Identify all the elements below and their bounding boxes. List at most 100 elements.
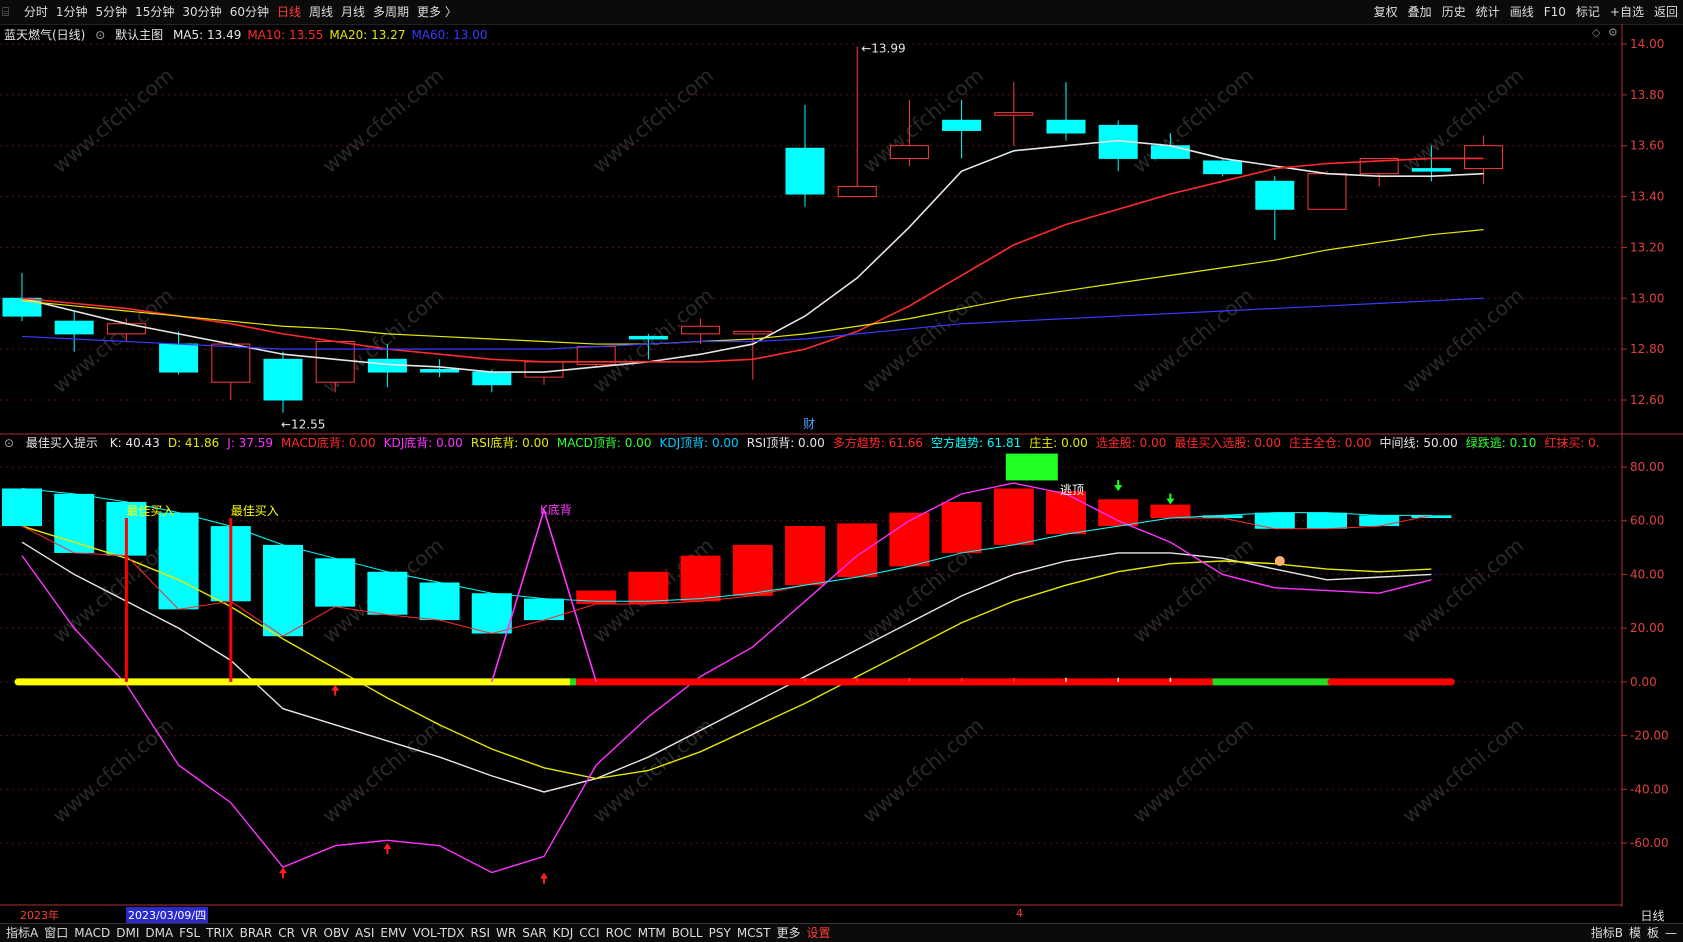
timeframe-4[interactable]: 30分钟 bbox=[178, 0, 225, 24]
bottom-tab-2[interactable]: MACD bbox=[71, 924, 113, 942]
watermark-20: www.cfchi.com bbox=[588, 713, 718, 828]
trend-bar-15 bbox=[785, 526, 825, 586]
cycle-label[interactable]: 日线 bbox=[1622, 907, 1683, 923]
down-arrow-1 bbox=[1166, 493, 1175, 505]
bottom-tab-13[interactable]: VOL-TDX bbox=[410, 924, 468, 942]
timeframe-5[interactable]: 60分钟 bbox=[226, 0, 273, 24]
bottom-right-0[interactable]: 指标B bbox=[1588, 924, 1626, 942]
bottom-tab-6[interactable]: TRIX bbox=[203, 924, 236, 942]
toolbar-button-1[interactable]: 叠加 bbox=[1403, 0, 1437, 24]
bottom-tab-11[interactable]: ASI bbox=[352, 924, 377, 942]
bottom-tab-25[interactable]: 设置 bbox=[804, 924, 834, 942]
top-toolbar: ⌸ 分时 1分钟 5分钟 15分钟 30分钟 60分钟 日线 周线 月线 多周期 更多 〉 复权 叠加… bbox=[0, 0, 1683, 25]
timeframe-9[interactable]: 多周期 bbox=[369, 0, 413, 24]
watermark-11: www.cfchi.com bbox=[1398, 283, 1528, 398]
watermark-9: www.cfchi.com bbox=[858, 283, 988, 398]
low-price-label: ←12.55 bbox=[281, 418, 325, 432]
trend-bar-18 bbox=[941, 501, 982, 553]
timeframe-3[interactable]: 15分钟 bbox=[131, 0, 178, 24]
bottom-tab-21[interactable]: BOLL bbox=[669, 924, 706, 942]
bottom-tab-15[interactable]: WR bbox=[493, 924, 519, 942]
trend-bar-7 bbox=[367, 571, 408, 615]
candle-body-19 bbox=[994, 112, 1034, 116]
timeframe-0[interactable]: 分时 bbox=[20, 0, 52, 24]
bottom-tab-18[interactable]: CCI bbox=[576, 924, 602, 942]
bottom-tab-16[interactable]: SAR bbox=[519, 924, 549, 942]
bottom-right-1[interactable]: 模 bbox=[1626, 924, 1644, 942]
indicator-value-5: RSI底背: 0.00 bbox=[470, 436, 549, 450]
toolbar-button-2[interactable]: 历史 bbox=[1437, 0, 1471, 24]
toolbar-button-7[interactable]: +自选 bbox=[1605, 0, 1649, 24]
ma-value-3: MA60: 13.00 bbox=[411, 28, 488, 42]
bottom-tab-23[interactable]: MCST bbox=[734, 924, 774, 942]
bottom-tab-14[interactable]: RSI bbox=[468, 924, 494, 942]
bottom-tab-12[interactable]: EMV bbox=[377, 924, 409, 942]
window-icon[interactable]: ⌸ bbox=[0, 5, 16, 20]
timeframe-6[interactable]: 日线 bbox=[273, 0, 305, 24]
buy-signal-label-1: 最佳买入 bbox=[231, 504, 279, 518]
indicator-value-16: 绿跌逃: 0.10 bbox=[1465, 436, 1537, 450]
bottom-tab-22[interactable]: PSY bbox=[706, 924, 734, 942]
indicator-collapse-icon[interactable]: ⊙ bbox=[4, 436, 14, 450]
bottom-right-3[interactable]: — bbox=[1662, 924, 1680, 942]
indicator-name[interactable]: 最佳买入提示 bbox=[26, 436, 98, 450]
ind-tick-label-6: -40.00 bbox=[1630, 782, 1669, 796]
ma-line-MA20 bbox=[21, 229, 1484, 345]
price-tick-label-7: 12.60 bbox=[1630, 393, 1664, 407]
indicator-value-12: 选金股: 0.00 bbox=[1095, 436, 1167, 450]
candle-body-10 bbox=[524, 361, 564, 378]
stock-chart[interactable]: 14.00 13.80 13.60 13.40 13.20 13.00 12.80 12.60… bbox=[0, 24, 1683, 907]
toolbar-button-3[interactable]: 统计 bbox=[1471, 0, 1505, 24]
bottom-tab-5[interactable]: FSL bbox=[176, 924, 203, 942]
template-dropdown-icon[interactable]: ⊙ bbox=[95, 28, 105, 42]
timeframe-8[interactable]: 月线 bbox=[337, 0, 369, 24]
escape-top-block bbox=[1005, 453, 1058, 481]
bottom-tab-1[interactable]: 窗口 bbox=[41, 924, 71, 942]
watermark-1: www.cfchi.com bbox=[318, 63, 448, 178]
toolbar-button-8[interactable]: 返回 bbox=[1649, 0, 1683, 24]
price-tick-label-1: 13.80 bbox=[1630, 88, 1664, 102]
ma-line-MA60 bbox=[21, 297, 1484, 350]
ind-tick-label-2: 40.00 bbox=[1630, 567, 1664, 581]
toolbar-button-5[interactable]: F10 bbox=[1539, 0, 1571, 24]
up-arrow-2 bbox=[383, 843, 392, 855]
bottom-tab-17[interactable]: KDJ bbox=[550, 924, 577, 942]
candle-body-8 bbox=[420, 368, 460, 373]
candle-body-4 bbox=[211, 343, 251, 383]
bottom-tab-3[interactable]: DMI bbox=[113, 924, 142, 942]
template-label[interactable]: 默认主图 bbox=[115, 28, 163, 42]
bottom-tab-8[interactable]: CR bbox=[275, 924, 298, 942]
ma-value-0: MA5: 13.49 bbox=[172, 28, 242, 42]
toolbar-button-4[interactable]: 画线 bbox=[1505, 0, 1539, 24]
indicator-value-4: KDJ底背: 0.00 bbox=[383, 436, 463, 450]
financial-marker: 财 bbox=[803, 417, 815, 431]
up-arrow-0 bbox=[331, 684, 340, 696]
candle-body-3 bbox=[159, 343, 199, 373]
indicator-value-14: 庄主全仓: 0.00 bbox=[1288, 436, 1372, 450]
bottom-tab-7[interactable]: BRAR bbox=[237, 924, 276, 942]
bottom-tab-19[interactable]: ROC bbox=[603, 924, 635, 942]
bottom-right-2[interactable]: 板 bbox=[1644, 924, 1662, 942]
timeframe-10[interactable]: 更多 〉 bbox=[413, 0, 461, 24]
bottom-right-controls: 指标B 模板 — bbox=[1585, 924, 1683, 942]
toolbar-right-buttons: 复权 叠加 历史 统计 画线 F10 标记 +自选 返回 bbox=[1369, 0, 1683, 24]
bottom-tab-20[interactable]: MTM bbox=[635, 924, 669, 942]
timeframe-2[interactable]: 5分钟 bbox=[91, 0, 131, 24]
up-arrow-3 bbox=[540, 872, 548, 884]
indicator-value-2: J: 37.59 bbox=[227, 436, 274, 450]
ma-values: MA5: 13.49 MA10: 13.55 MA20: 13.27 MA60: 13… bbox=[173, 28, 494, 42]
bottom-tab-9[interactable]: VR bbox=[298, 924, 321, 942]
watermark-0: www.cfchi.com bbox=[48, 63, 178, 178]
ma-value-1: MA10: 13.55 bbox=[247, 28, 324, 42]
toolbar-button-0[interactable]: 复权 bbox=[1369, 0, 1403, 24]
toolbar-button-6[interactable]: 标记 bbox=[1571, 0, 1605, 24]
price-tick-label-2: 13.60 bbox=[1630, 139, 1664, 153]
bottom-tab-24[interactable]: 更多 bbox=[774, 924, 804, 942]
indicator-tab-list: 指标A 窗口 MACD DMI DMA FSL TRIX BRAR CR VR OBV ASI EMV V… bbox=[0, 924, 837, 942]
timeframe-7[interactable]: 周线 bbox=[305, 0, 337, 24]
timeframe-1[interactable]: 1分钟 bbox=[52, 0, 92, 24]
bottom-tab-4[interactable]: DMA bbox=[142, 924, 176, 942]
bottom-tab-0[interactable]: 指标A bbox=[3, 924, 41, 942]
bottom-tab-10[interactable]: OBV bbox=[321, 924, 353, 942]
high-price-label: ←13.99 bbox=[861, 42, 905, 56]
